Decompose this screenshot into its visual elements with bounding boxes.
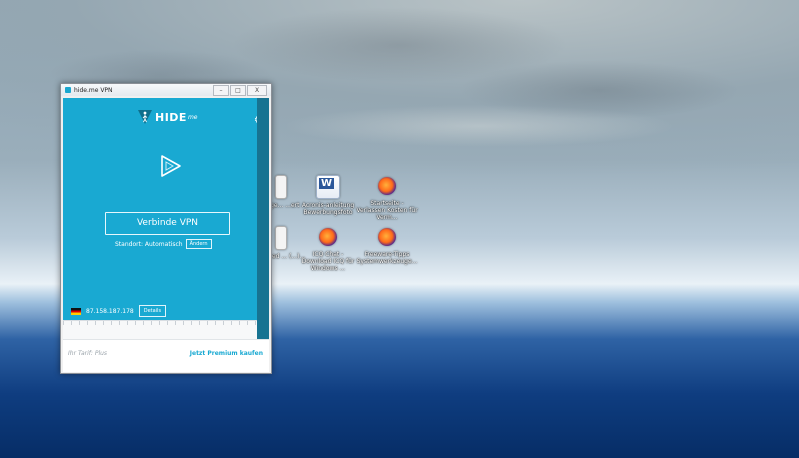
app-content: HIDE me ⚙ Verbinde VPN Standort: Automat… [63, 98, 269, 372]
location-row: Standort: Automatisch Ändern [115, 239, 212, 249]
window-titlebar[interactable]: hide.me VPN – □ X [61, 84, 271, 96]
hide-me-logo: HIDE me [138, 109, 198, 125]
vpn-play-icon[interactable] [157, 153, 183, 179]
app-icon [65, 87, 71, 93]
firefox-icon [319, 228, 337, 246]
buy-premium-link[interactable]: Jetzt Premium kaufen [190, 350, 263, 357]
close-button[interactable]: X [247, 84, 267, 96]
tariff-text: Ihr Tarif: Plus [68, 350, 108, 357]
ip-address: 87.158.187.178 [86, 307, 134, 315]
ip-row: 87.158.187.178 Details [71, 305, 167, 317]
location-label: Standort: Automatisch [115, 240, 183, 248]
doc-icon [275, 175, 287, 199]
firefox-icon [378, 228, 396, 246]
firefox-icon [378, 177, 396, 195]
doc-icon [275, 226, 287, 250]
footer: Ihr Tarif: Plus Jetzt Premium kaufen [63, 339, 269, 372]
desktop-icon-firefox-shortcut-3[interactable]: Freeware-Tipps Systemwerkzeuge... [356, 226, 418, 265]
minimize-button[interactable]: – [213, 84, 229, 96]
germany-flag-icon [71, 307, 81, 315]
word-icon [316, 175, 340, 199]
traffic-graph [63, 320, 257, 340]
main-panel: HIDE me ⚙ Verbinde VPN Standort: Automat… [63, 98, 263, 340]
desktop-icon-firefox-shortcut-2[interactable]: ICQ Chat - Download ICQ für Windows ... [297, 226, 359, 272]
desktop-icon-word-document[interactable]: Acronis-anleitung Bewerbungsfoto [297, 175, 359, 216]
scrollbar[interactable] [257, 98, 269, 339]
desktop-icon-firefox-shortcut-1[interactable]: Startseite - Verlassen Kosten für Verm..… [356, 175, 418, 221]
vpn-window: hide.me VPN – □ X HIDE me ⚙ Verbinde VPN [60, 83, 272, 374]
graph-ticks [63, 321, 257, 325]
details-button[interactable]: Details [138, 305, 167, 317]
connect-vpn-button[interactable]: Verbinde VPN [105, 212, 230, 235]
window-title: hide.me VPN [74, 86, 113, 94]
maximize-button[interactable]: □ [230, 84, 246, 96]
change-location-button[interactable]: Ändern [185, 239, 212, 249]
logo-mark-icon [138, 110, 152, 124]
